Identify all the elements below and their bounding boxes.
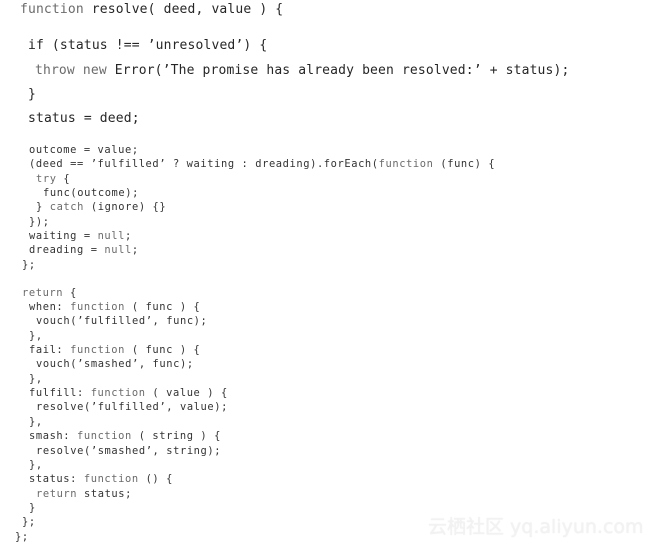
code-text: }, — [29, 372, 43, 385]
code-text: { — [63, 286, 77, 299]
code-text: }, — [29, 329, 43, 342]
code-text: Error(’The promise has already been reso… — [106, 63, 570, 78]
code-line: return status; — [36, 488, 132, 500]
code-keyword: try — [36, 172, 57, 185]
code-line: if (status !== ’unresolved’) { — [28, 38, 267, 53]
code-keyword: function — [83, 473, 139, 486]
code-text: ( value ) { — [145, 387, 228, 400]
code-text: resolve( deed, value ) { — [83, 2, 284, 17]
code-text: { — [56, 172, 71, 185]
code-text: outcome = value; — [29, 144, 139, 156]
code-line: vouch(’smashed’, func); — [36, 358, 194, 370]
code-text: }); — [29, 215, 50, 228]
code-text: status = deed; — [28, 111, 140, 126]
code-keyword: function — [378, 158, 434, 171]
code-text: fail: — [29, 344, 71, 357]
code-line: }); — [29, 216, 50, 228]
code-text: fulfill: — [29, 387, 91, 400]
code-keyword: null — [97, 230, 125, 243]
code-keyword: throw — [35, 63, 75, 78]
code-text: (func) { — [433, 158, 496, 171]
code-line: resolve(’smashed’, string); — [36, 445, 221, 457]
code-keyword: function — [70, 344, 125, 357]
code-keyword: function — [20, 2, 84, 17]
code-line: } — [29, 502, 36, 514]
code-line: try { — [36, 173, 70, 185]
code-line: throw new Error(’The promise has already… — [35, 63, 569, 78]
code-line: } catch (ignore) {} — [36, 201, 166, 213]
code-text: vouch(’smashed’, func); — [36, 358, 194, 371]
code-keyword: return — [36, 487, 78, 500]
code-line: func(outcome); — [43, 187, 139, 199]
code-line: return { — [22, 287, 77, 299]
code-line: (deed == ’fulfilled’ ? waiting : dreadin… — [29, 158, 495, 170]
code-line: function resolve( deed, value ) { — [20, 2, 283, 17]
code-text: ; — [125, 230, 132, 243]
code-line: vouch(’fulfilled’, func); — [36, 315, 207, 327]
code-text: (ignore) {} — [84, 201, 167, 214]
code-text: dreading = — [29, 244, 105, 257]
code-line: }, — [29, 330, 43, 342]
code-text: () { — [138, 473, 173, 486]
code-text: status: — [29, 473, 84, 486]
code-text: }; — [22, 516, 36, 529]
code-text: func(outcome); — [43, 187, 139, 200]
code-text: } — [28, 87, 36, 102]
code-line: dreading = null; — [29, 244, 139, 256]
watermark: 云栖社区 yq.aliyun.com — [428, 516, 644, 538]
code-line: }, — [29, 459, 43, 471]
code-line: outcome = value; — [29, 144, 139, 156]
code-line: waiting = null; — [29, 230, 132, 242]
code-line: status: function () { — [29, 473, 173, 485]
code-text: ( func ) { — [125, 301, 201, 313]
code-keyword: catch — [49, 201, 84, 214]
code-line: when: function ( func ) { — [29, 301, 200, 313]
code-text: }; — [15, 530, 29, 543]
code-keyword: null — [104, 244, 132, 257]
code-text: waiting = — [29, 230, 98, 243]
code-listing: function resolve( deed, value ) { if (sta… — [0, 0, 653, 547]
code-line: }; — [15, 531, 29, 543]
code-line: status = deed; — [28, 111, 140, 126]
code-text: ; — [131, 244, 139, 257]
code-keyword: new — [82, 63, 107, 78]
code-text: (deed == ’fulfilled’ ? waiting : dreadin… — [29, 158, 379, 171]
code-line: fail: function ( func ) { — [29, 344, 200, 356]
code-keyword: function — [90, 387, 146, 400]
code-line: resolve(’fulfilled’, value); — [36, 401, 228, 413]
code-text: }; — [22, 258, 36, 271]
code-line: smash: function ( string ) { — [29, 430, 221, 442]
code-line: }; — [22, 516, 36, 528]
code-text: when: — [29, 301, 71, 313]
code-line: }; — [22, 259, 36, 271]
code-text: vouch(’fulfilled’, func); — [36, 315, 208, 328]
code-text: ( string ) { — [131, 430, 221, 443]
code-line: }, — [29, 416, 43, 428]
code-line: }, — [29, 373, 43, 385]
code-keyword: return — [22, 286, 64, 299]
code-line: fulfill: function ( value ) { — [29, 387, 228, 399]
code-text: } — [29, 501, 36, 514]
code-keyword: function — [77, 430, 132, 443]
code-text: } — [36, 201, 50, 214]
code-text: resolve(’fulfilled’, value); — [36, 401, 228, 414]
code-text: status; — [77, 487, 132, 500]
code-text: }, — [29, 415, 43, 428]
code-text: }, — [29, 458, 43, 471]
code-text: smash: — [29, 430, 77, 443]
code-text: resolve(’smashed’, string); — [36, 444, 222, 457]
code-keyword: function — [70, 301, 125, 313]
code-text: if (status !== ’unresolved’) { — [28, 38, 268, 53]
code-line: } — [28, 87, 36, 102]
code-text: ( func ) { — [125, 344, 201, 357]
